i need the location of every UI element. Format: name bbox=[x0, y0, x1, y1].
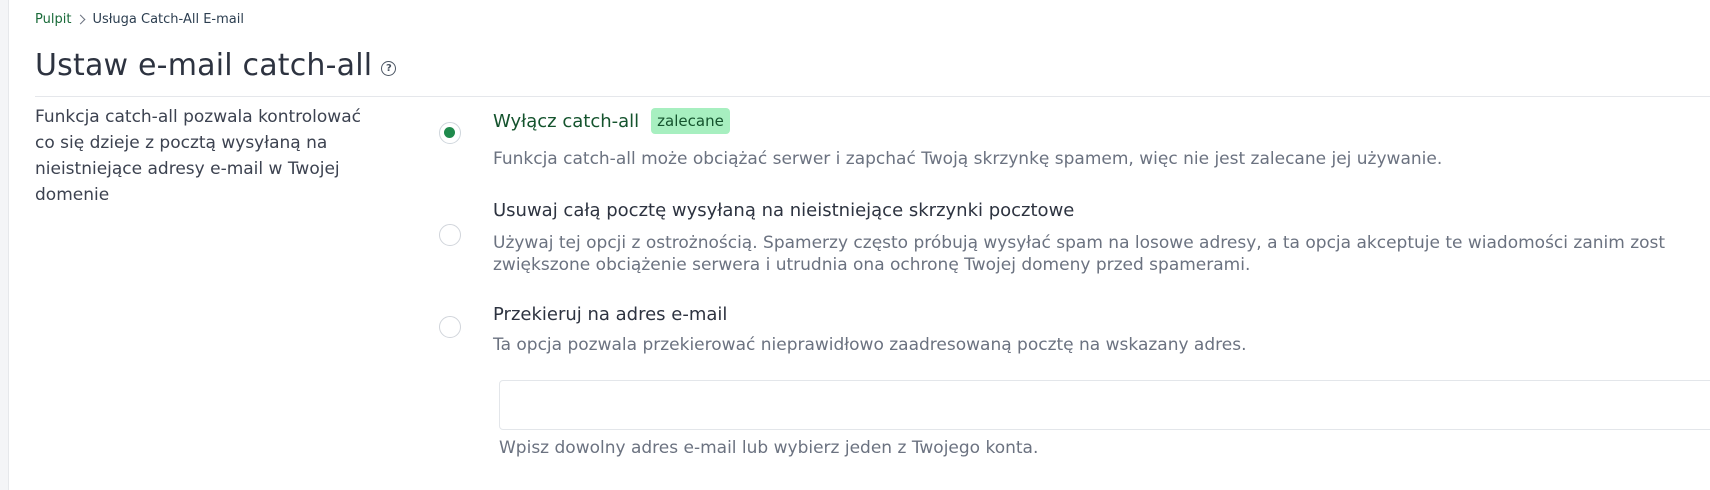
option-label: Usuwaj całą pocztę wysyłaną na nieistnie… bbox=[493, 200, 1075, 221]
chevron-right-icon bbox=[75, 14, 86, 25]
radio-forward-email[interactable] bbox=[439, 316, 461, 338]
forward-email-input[interactable] bbox=[499, 380, 1710, 430]
help-icon[interactable]: ? bbox=[381, 61, 397, 76]
option-label-text: Wyłącz catch-all bbox=[493, 110, 640, 132]
breadcrumb-current: Usługa Catch-All E-mail bbox=[92, 12, 244, 27]
main-panel: Pulpit Usługa Catch-All E-mail Ustaw e-m… bbox=[8, 0, 1710, 490]
option-description: Ta opcja pozwala przekierować nieprawidł… bbox=[493, 335, 1247, 355]
section-description: Funkcja catch-all pozwala kontrolować co… bbox=[35, 107, 361, 205]
radio-delete-mail[interactable] bbox=[439, 224, 461, 246]
radio-disable-catch-all[interactable] bbox=[439, 122, 461, 144]
divider bbox=[35, 96, 1710, 97]
option-description-line-1: Używaj tej opcji z ostrożnością. Spamerz… bbox=[493, 233, 1666, 253]
forward-email-hint: Wpisz dowolny adres e-mail lub wybierz j… bbox=[499, 438, 1039, 458]
option-label: Przekieruj na adres e-mail bbox=[493, 304, 728, 325]
option-label: Wyłącz catch-all zalecane bbox=[493, 108, 730, 134]
breadcrumb: Pulpit Usługa Catch-All E-mail bbox=[35, 12, 244, 27]
breadcrumb-home-link[interactable]: Pulpit bbox=[35, 12, 71, 27]
recommended-badge: zalecane bbox=[651, 108, 730, 134]
option-description-line-2: zwiększone obciążenie serwera i utrudnia… bbox=[493, 255, 1251, 275]
title-row: Ustaw e-mail catch-all ? bbox=[35, 48, 397, 83]
option-description: Funkcja catch-all może obciążać serwer i… bbox=[493, 149, 1443, 169]
page-title: Ustaw e-mail catch-all bbox=[35, 48, 373, 83]
